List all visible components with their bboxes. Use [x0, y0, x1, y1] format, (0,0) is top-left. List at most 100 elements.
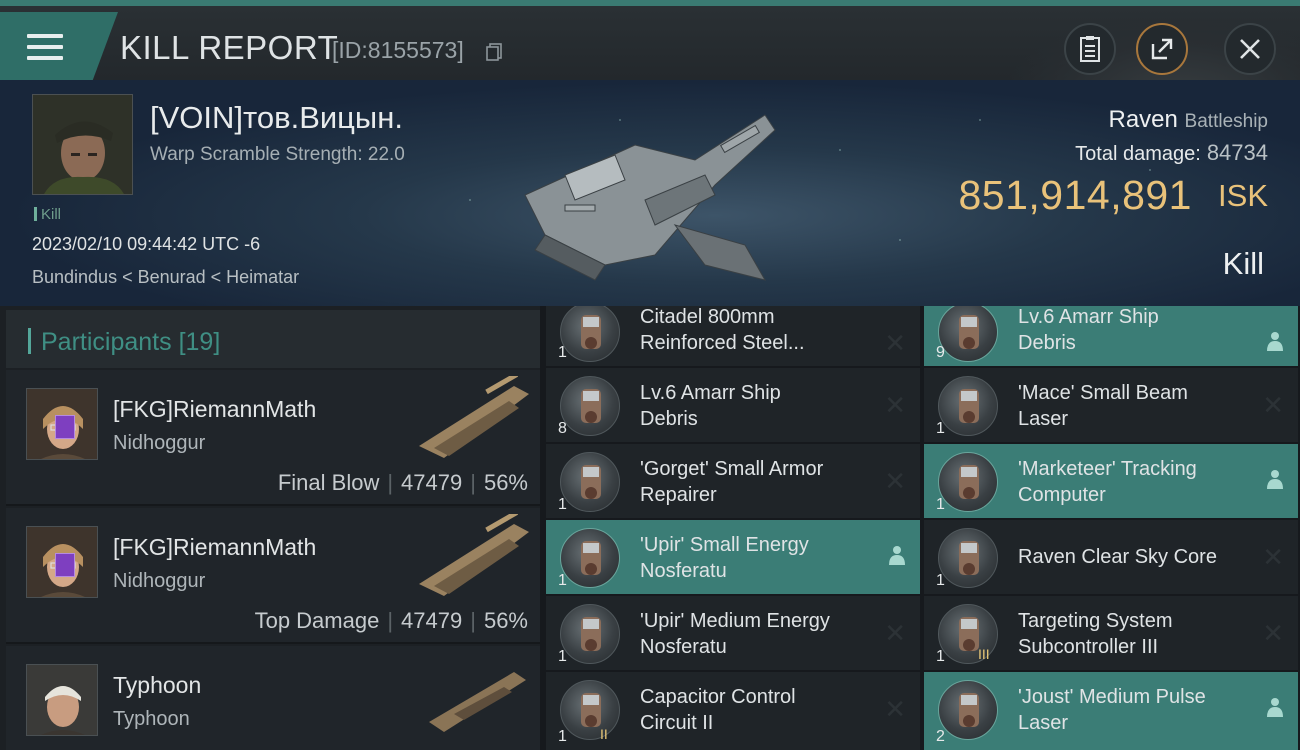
item-name: 'Upir' Small Energy Nosferatu [640, 534, 809, 582]
item-tile[interactable]: 1 Citadel 800mm Reinforced Steel... ✕ [546, 306, 920, 366]
participant-percent: 56% [483, 470, 528, 495]
person-icon[interactable] [1266, 469, 1284, 489]
close-icon[interactable]: ✕ [884, 618, 906, 649]
item-quantity: 1 [936, 572, 945, 589]
item-tile[interactable]: 2 'Joust' Medium Pulse Laser [924, 672, 1298, 750]
participants-count: [19] [178, 328, 221, 356]
item-name: Lv.6 Amarr Ship Debris [1018, 306, 1159, 354]
total-damage: Total damage: 84734 [1075, 140, 1268, 166]
participant-ship: Nidhoggur [113, 570, 206, 592]
menu-button[interactable] [0, 12, 118, 82]
victim-ship: Raven Battleship [1109, 106, 1269, 134]
close-icon[interactable]: ✕ [884, 328, 906, 359]
share-button[interactable] [1136, 23, 1188, 75]
isk-value: 851,914,891 [958, 172, 1192, 218]
item-quantity: 1 [936, 648, 945, 665]
close-icon[interactable]: ✕ [884, 466, 906, 497]
item-tile[interactable]: 1 'Gorget' Small Armor Repairer ✕ [546, 444, 920, 518]
participant-name: [FKG]RiemannMath [113, 534, 317, 560]
participant-ship-image [419, 514, 529, 596]
participant-ship-image [419, 376, 529, 458]
victim-portrait[interactable] [32, 94, 133, 195]
item-tile[interactable]: 9 Lv.6 Amarr Ship Debris [924, 306, 1298, 366]
item-quantity: 1 [558, 496, 567, 513]
person-icon[interactable] [888, 545, 906, 565]
copy-icon[interactable] [485, 42, 505, 62]
victim-panel: [VOIN]тов.Вицын. Warp Scramble Strength:… [0, 80, 1300, 306]
participant-stats: Top Damage | 47479 | 56% [254, 608, 528, 633]
item-tile[interactable]: 1 Raven Clear Sky Core ✕ [924, 520, 1298, 594]
participant-damage: 47479 [401, 470, 463, 495]
report-id: [ID:8155573] [332, 37, 464, 63]
participant-ship: Nidhoggur [113, 432, 206, 454]
participant-percent: 56% [483, 608, 528, 633]
item-name: Citadel 800mm Reinforced Steel... [640, 306, 805, 354]
item-icon [560, 306, 620, 362]
victim-name[interactable]: [VOIN]тов.Вицын. [150, 100, 403, 136]
close-icon[interactable]: ✕ [1262, 390, 1284, 421]
participant-row[interactable]: Typhoon Typhoon [6, 646, 540, 750]
item-tile[interactable]: 1 'Mace' Small Beam Laser ✕ [924, 368, 1298, 442]
item-quantity: 1 [936, 420, 945, 437]
menu-icon[interactable] [27, 34, 63, 64]
participant-row[interactable]: [FKG]RiemannMath Nidhoggur Top Damage | 47… [6, 508, 540, 644]
item-quantity: 1 [558, 344, 567, 361]
item-name: 'Joust' Medium Pulse Laser [1018, 686, 1206, 734]
kill-tag: Kill [34, 206, 61, 223]
page-title: KILL REPORT [120, 29, 339, 66]
share-icon [1151, 38, 1173, 60]
person-icon[interactable] [1266, 331, 1284, 351]
result-label: Kill [1222, 246, 1264, 281]
item-tile[interactable]: 1 III Targeting System Subcontroller III ✕ [924, 596, 1298, 670]
item-quantity: 1 [558, 572, 567, 589]
participant-ship: Typhoon [113, 708, 190, 730]
participant-badge-icon [55, 553, 75, 577]
item-tile[interactable]: 8 Lv.6 Amarr Ship Debris ✕ [546, 368, 920, 442]
item-quantity: 1 [936, 496, 945, 513]
item-tile[interactable]: 1 'Upir' Small Energy Nosferatu [546, 520, 920, 594]
participants-panel: Participants [19] [FKG]RiemannMath Nidho… [0, 306, 540, 750]
participant-row[interactable]: [FKG]RiemannMath Nidhoggur Final Blow | 47… [6, 370, 540, 506]
item-icon [938, 306, 998, 362]
close-button[interactable] [1224, 23, 1276, 75]
item-name: 'Gorget' Small Armor Repairer [640, 458, 824, 506]
item-meta-level: III [978, 646, 990, 662]
participant-name: Typhoon [113, 672, 202, 698]
participants-header: Participants [19] [6, 310, 540, 368]
item-quantity: 9 [936, 344, 945, 361]
item-quantity: 8 [558, 420, 567, 437]
participant-stats: Final Blow | 47479 | 56% [277, 470, 528, 495]
item-icon [938, 680, 998, 740]
item-icon [560, 604, 620, 664]
clipboard-button[interactable] [1064, 23, 1116, 75]
item-icon [560, 528, 620, 588]
ship-class: Battleship [1184, 111, 1268, 132]
item-tile[interactable]: 1 'Upir' Medium Energy Nosferatu ✕ [546, 596, 920, 670]
participant-role: Final Blow [277, 470, 380, 495]
close-icon[interactable]: ✕ [884, 390, 906, 421]
item-meta-level: II [600, 726, 608, 742]
close-icon[interactable]: ✕ [884, 694, 906, 725]
total-damage-value: 84734 [1206, 140, 1268, 165]
item-tile[interactable]: 1 II Capacitor Control Circuit II ✕ [546, 672, 920, 750]
item-name: Targeting System Subcontroller III [1018, 610, 1173, 658]
ship-image [524, 114, 776, 281]
item-name: 'Marketeer' Tracking Computer [1018, 458, 1197, 506]
item-icon [560, 376, 620, 436]
item-name: Raven Clear Sky Core [1018, 546, 1217, 568]
close-icon[interactable]: ✕ [1262, 618, 1284, 649]
total-damage-label: Total damage: [1075, 143, 1201, 165]
item-icon [938, 452, 998, 512]
item-tile[interactable]: 1 'Marketeer' Tracking Computer [924, 444, 1298, 518]
participant-damage: 47479 [401, 608, 463, 633]
person-icon[interactable] [1266, 697, 1284, 717]
kill-location[interactable]: Bundindus < Benurad < Heimatar [32, 267, 299, 288]
top-bar: KILL REPORT [ID:8155573] [0, 0, 1300, 86]
close-icon[interactable]: ✕ [1262, 542, 1284, 573]
item-name: Lv.6 Amarr Ship Debris [640, 382, 781, 430]
item-name: 'Mace' Small Beam Laser [1018, 382, 1188, 430]
participant-avatar [26, 664, 98, 736]
item-icon [938, 376, 998, 436]
item-name: Capacitor Control Circuit II [640, 686, 796, 734]
participant-role: Top Damage [254, 608, 380, 633]
